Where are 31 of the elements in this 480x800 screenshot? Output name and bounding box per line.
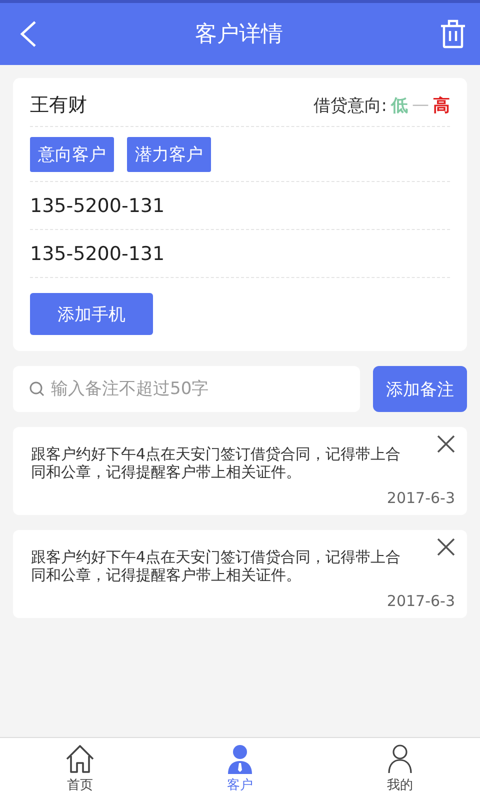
delete-button[interactable] (440, 19, 466, 49)
intent-label: 借贷意向: (313, 94, 387, 116)
nav-tab[interactable]: 客户 (160, 738, 320, 800)
intent-separator: — (412, 95, 429, 115)
phone-number: 135-5200-131 (30, 242, 165, 264)
nav-tab[interactable]: 我的 (320, 738, 480, 800)
note-input-field[interactable]: 输入备注不超过50字 (13, 366, 360, 412)
businessman-icon (227, 744, 253, 774)
add-note-button[interactable]: 添加备注 (373, 366, 467, 412)
note-date: 2017-6-3 (386, 592, 455, 610)
note-text: 跟客户约好下午4点在天安门签订借贷合同，记得带上合同和公章，记得提醒客户带上相关证件。 (31, 445, 402, 481)
home-icon (64, 744, 96, 774)
back-icon (18, 20, 38, 48)
note-date: 2017-6-3 (386, 489, 455, 507)
intent-high: 高 (433, 94, 450, 116)
close-button[interactable] (437, 538, 455, 556)
person-icon (387, 744, 413, 774)
nav-tab[interactable]: 首页 (0, 738, 160, 800)
customer-name: 王有财 (30, 93, 87, 118)
page-title: 客户详情 (195, 21, 283, 49)
phone-number: 135-5200-131 (30, 194, 165, 216)
trash-icon (440, 19, 466, 49)
close-icon (437, 435, 455, 453)
back-button[interactable] (18, 20, 38, 48)
note-text: 跟客户约好下午4点在天安门签订借贷合同，记得带上合同和公章，记得提醒客户带上相关证件。 (31, 548, 402, 584)
customer-tag: 意向客户 (30, 136, 114, 172)
customer-tag: 潜力客户 (127, 136, 211, 172)
close-button[interactable] (437, 435, 455, 453)
intent-low: 低 (391, 94, 408, 116)
add-phone-button[interactable]: 添加手机 (30, 293, 153, 335)
close-icon (437, 538, 455, 556)
